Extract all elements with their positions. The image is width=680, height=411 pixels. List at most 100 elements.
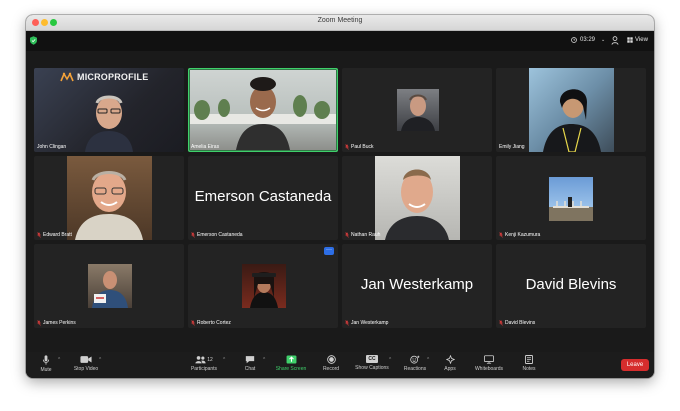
record-icon: [326, 355, 336, 364]
participant-name: John Clingan: [37, 144, 66, 150]
mic-muted-icon: [499, 232, 503, 238]
participant-big-name: Emerson Castaneda: [194, 188, 332, 205]
show-captions-label: Show Captions: [355, 365, 389, 371]
notes-button[interactable]: Notes: [518, 355, 540, 372]
microprofile-logo: MICROPROFILE: [60, 72, 148, 82]
window-title: Zoom Meeting: [317, 17, 363, 24]
participant-video: [67, 156, 152, 240]
shield-icon[interactable]: [30, 36, 37, 45]
person-silhouette: [385, 169, 449, 240]
logo-text: MICROPROFILE: [77, 72, 149, 82]
notes-label: Notes: [522, 366, 536, 372]
participants-button[interactable]: 12 Participants: [187, 355, 221, 372]
participant-name: Nathan Rauh: [345, 232, 380, 238]
view-button[interactable]: View: [627, 37, 648, 43]
name-text: Amelia Eiras: [191, 144, 220, 150]
person-silhouette: [401, 94, 435, 131]
mic-muted-icon: [499, 320, 503, 326]
participant-tile[interactable]: MICROPROFILE John Clingan: [34, 68, 184, 152]
participant-name: Amelia Eiras: [191, 144, 219, 150]
share-screen-button[interactable]: Share Screen: [273, 355, 309, 372]
name-text: Kenji Kazumura: [505, 232, 541, 238]
captions-options-caret[interactable]: ⌃: [388, 357, 392, 363]
participants-label: Participants: [190, 366, 218, 372]
participant-name: David Blevins: [499, 320, 535, 326]
name-text: Emerson Castaneda: [197, 232, 243, 238]
name-text: David Blevins: [505, 320, 536, 326]
profile-photo: [549, 197, 593, 221]
participants-count: 12: [207, 356, 213, 363]
name-text: Jan Westerkamp: [351, 320, 389, 326]
participant-tile[interactable]: Edward Bratt: [34, 156, 184, 240]
participant-tile[interactable]: Emily Jiang: [496, 68, 646, 152]
participant-video: MICROPROFILE: [34, 68, 184, 152]
name-text: James Perkins: [43, 320, 76, 326]
view-label: View: [635, 37, 648, 43]
person-silhouette: [85, 95, 133, 152]
apps-button[interactable]: Apps: [440, 355, 460, 372]
participants-icon: [195, 356, 206, 364]
whiteboards-button[interactable]: Whiteboards: [470, 355, 508, 372]
chat-icon: [245, 356, 255, 364]
person-icon[interactable]: [611, 36, 619, 45]
participant-name: Edward Bratt: [37, 232, 72, 238]
participant-big-name: David Blevins: [525, 276, 617, 293]
participant-name: Emily Jiang: [499, 144, 525, 150]
name-text: Roberto Cortez: [197, 320, 231, 326]
title-bar: Zoom Meeting: [26, 15, 654, 31]
chat-button[interactable]: Chat: [240, 355, 260, 372]
name-text: Edward Bratt: [43, 232, 72, 238]
meeting-timer[interactable]: 03:29 ⌄: [571, 37, 605, 43]
participant-avatar: [549, 177, 593, 221]
record-button[interactable]: Record: [319, 355, 343, 372]
participant-tile[interactable]: ··· Roberto Cortez: [188, 244, 338, 328]
video-options-caret[interactable]: ⌃: [98, 357, 102, 363]
mic-muted-icon: [37, 320, 41, 326]
meeting-top-bar: 03:29 ⌄ View: [26, 31, 654, 51]
participant-video: [375, 156, 460, 240]
participant-video: [529, 68, 614, 152]
participant-video: [397, 89, 439, 131]
whiteboards-label: Whiteboards: [474, 366, 504, 372]
name-text: Nathan Rauh: [351, 232, 381, 238]
logo-icon: [60, 72, 74, 82]
timer-text: 03:29: [580, 37, 596, 43]
profile-photo: [92, 271, 128, 308]
person-silhouette: [543, 89, 601, 152]
name-text: Emily Jiang: [499, 144, 525, 150]
participant-tile[interactable]: Nathan Rauh: [342, 156, 492, 240]
participant-tile[interactable]: Jan Westerkamp Jan Westerkamp: [342, 244, 492, 328]
participant-tile[interactable]: James Perkins: [34, 244, 184, 328]
captions-icon: CC: [366, 355, 378, 363]
more-options-button[interactable]: ···: [324, 247, 334, 255]
mic-muted-icon: [191, 232, 195, 238]
mute-options-caret[interactable]: ⌃: [57, 357, 61, 363]
participant-tile[interactable]: Kenji Kazumura: [496, 156, 646, 240]
mute-button[interactable]: Mute: [36, 355, 56, 373]
participant-name: Jan Westerkamp: [345, 320, 388, 326]
leave-button[interactable]: Leave: [621, 359, 649, 371]
video-icon: [80, 356, 92, 363]
participant-video: [190, 70, 336, 150]
participant-avatar: [242, 264, 286, 308]
participant-tile-active-speaker[interactable]: Amelia Eiras: [188, 68, 338, 152]
view-grid-icon: [627, 37, 633, 43]
name-text: John Clingan: [37, 144, 67, 150]
show-captions-button[interactable]: CC Show Captions: [352, 355, 392, 371]
mic-muted-icon: [345, 144, 349, 150]
person-silhouette: [75, 171, 143, 240]
name-text: Paul Buck: [351, 144, 374, 150]
participant-tile[interactable]: Emerson Castaneda Emerson Castaneda: [188, 156, 338, 240]
chat-label: Chat: [244, 366, 256, 372]
meeting-toolbar: Mute ⌃ Stop Video ⌃ 12 Participants ⌃ Ch…: [26, 352, 654, 378]
participant-name: Emerson Castaneda: [191, 232, 243, 238]
participant-tile[interactable]: David Blevins David Blevins: [496, 244, 646, 328]
zoom-window: Zoom Meeting 03:29 ⌄ View MICROPROFILE J…: [26, 15, 654, 378]
chat-options-caret[interactable]: ⌃: [262, 357, 266, 363]
record-label: Record: [322, 366, 340, 372]
participant-tile[interactable]: Paul Buck: [342, 68, 492, 152]
profile-photo: [250, 272, 278, 308]
reactions-options-caret[interactable]: ⌃: [426, 357, 430, 363]
participants-options-caret[interactable]: ⌃: [222, 357, 226, 363]
share-icon: [286, 355, 296, 364]
